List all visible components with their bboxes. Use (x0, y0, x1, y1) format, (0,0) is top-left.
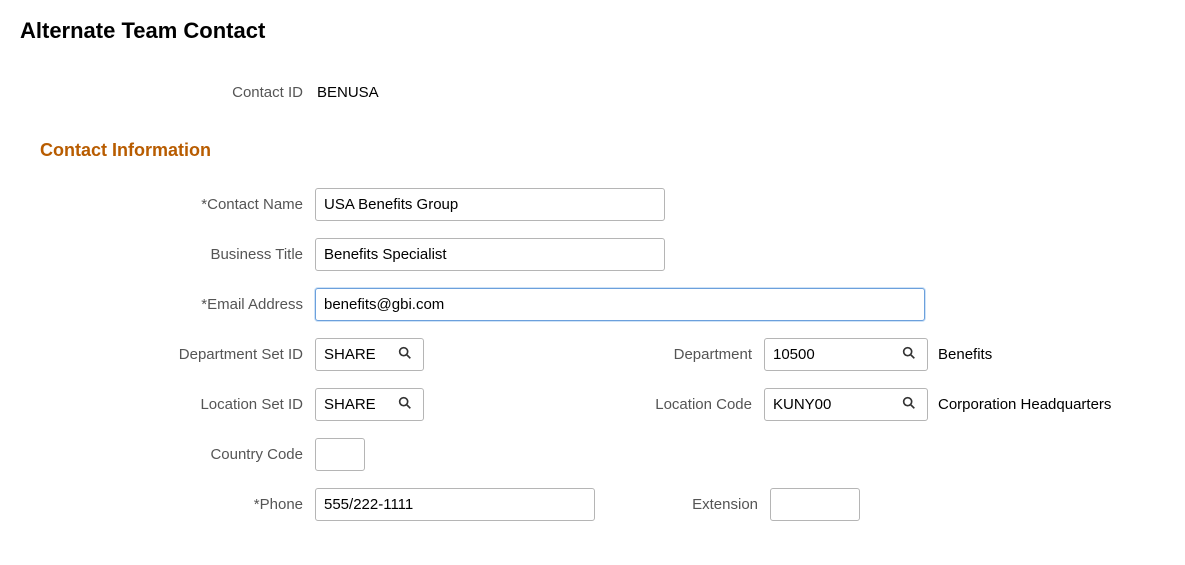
extension-label: Extension (595, 496, 770, 513)
department-input[interactable] (765, 339, 895, 370)
business-title-row: Business Title (20, 236, 1165, 272)
department-lookup (764, 338, 928, 371)
country-code-label: Country Code (20, 446, 315, 463)
location-code-label: Location Code (424, 396, 764, 413)
dept-row: Department Set ID Department Benefits (20, 336, 1165, 372)
location-row: Location Set ID Location Code Corporatio… (20, 386, 1165, 422)
email-row: Email Address (20, 286, 1165, 322)
contact-name-label: Contact Name (20, 196, 315, 213)
location-code-input[interactable] (765, 389, 895, 420)
location-code-lookup (764, 388, 928, 421)
loc-setid-input[interactable] (316, 389, 391, 420)
department-desc: Benefits (928, 346, 992, 363)
contact-name-row: Contact Name (20, 186, 1165, 222)
dept-setid-search-button[interactable] (391, 343, 419, 366)
section-title: Contact Information (40, 140, 1165, 161)
search-icon (397, 395, 413, 414)
dept-setid-label: Department Set ID (20, 346, 315, 363)
search-icon (901, 345, 917, 364)
contact-name-input[interactable] (315, 188, 665, 221)
search-icon (397, 345, 413, 364)
contact-id-row: Contact ID BENUSA (20, 74, 1165, 110)
loc-setid-label: Location Set ID (20, 396, 315, 413)
business-title-input[interactable] (315, 238, 665, 271)
department-search-button[interactable] (895, 343, 923, 366)
phone-row: Phone Extension (20, 486, 1165, 522)
phone-label: Phone (20, 496, 315, 513)
email-input[interactable] (315, 288, 925, 321)
department-label: Department (424, 346, 764, 363)
page-title: Alternate Team Contact (20, 18, 1165, 44)
phone-input[interactable] (315, 488, 595, 521)
loc-setid-lookup (315, 388, 424, 421)
dept-setid-lookup (315, 338, 424, 371)
loc-setid-search-button[interactable] (391, 393, 419, 416)
search-icon (901, 395, 917, 414)
location-code-search-button[interactable] (895, 393, 923, 416)
country-code-input[interactable] (315, 438, 365, 471)
dept-setid-input[interactable] (316, 339, 391, 370)
contact-id-value: BENUSA (315, 84, 379, 101)
email-label: Email Address (20, 296, 315, 313)
contact-id-label: Contact ID (20, 84, 315, 101)
country-code-row: Country Code (20, 436, 1165, 472)
extension-input[interactable] (770, 488, 860, 521)
business-title-label: Business Title (20, 246, 315, 263)
location-code-desc: Corporation Headquarters (928, 396, 1111, 413)
